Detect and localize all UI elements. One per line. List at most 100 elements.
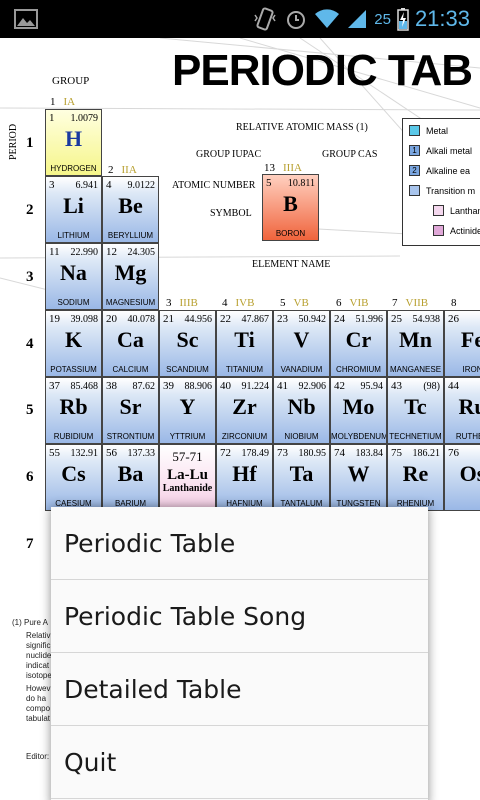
footnote-line: Relativ [26, 631, 51, 640]
menu-item-detailed-table[interactable]: Detailed Table [51, 653, 428, 726]
element-cell[interactable]: 12 24.305 Mg MAGNESIUM [102, 243, 159, 310]
element-cell[interactable]: 37 85.468 Rb RUBIDIUM [45, 377, 102, 444]
element-cell[interactable]: 41 92.906 Nb NIOBIUM [273, 377, 330, 444]
period-1: 1 [26, 135, 34, 151]
element-cell[interactable]: 11 22.990 Na SODIUM [45, 243, 102, 310]
vibrate-icon [254, 7, 276, 31]
element-name: RUTHEN [455, 432, 480, 441]
menu-item-periodic-table[interactable]: Periodic Table [51, 507, 428, 580]
element-atomic-number: 76 [448, 447, 459, 459]
alarm-icon [287, 11, 306, 29]
group-13-label: 13 IIIA [264, 162, 302, 174]
group-3-label: 3 IIIB [166, 297, 198, 309]
element-atomic-number: 11 [49, 246, 60, 258]
legend-item-metal: Metal [409, 125, 448, 136]
element-symbol: La-Lu [167, 467, 208, 483]
element-cell[interactable]: 57-71 La-Lu Lanthanide [159, 444, 216, 511]
element-atomic-number: 26 [448, 313, 459, 325]
element-cell[interactable]: 44 Ru RUTHEN [444, 377, 480, 444]
element-cell[interactable]: 23 50.942 V VANADIUM [273, 310, 330, 377]
menu-item-periodic-table-song[interactable]: Periodic Table Song [51, 580, 428, 653]
element-name: CHROMIUM [336, 365, 381, 374]
element-cell[interactable]: 24 51.996 Cr CHROMIUM [330, 310, 387, 377]
element-cell[interactable]: 1 1.0079 H HYDROGEN [45, 109, 102, 176]
element-cell[interactable]: 56 137.33 Ba BARIUM [102, 444, 159, 511]
element-cell[interactable]: 75 186.21 Re RHENIUM [387, 444, 444, 511]
element-name: VANADIUM [280, 365, 323, 374]
element-name: BERYLLIUM [107, 231, 154, 240]
element-atomic-mass: 1.0079 [70, 113, 99, 124]
element-cell[interactable]: 42 95.94 Mo MOLYBDENUM [330, 377, 387, 444]
element-atomic-mass: 6.941 [75, 180, 99, 191]
period-2: 2 [26, 202, 34, 218]
element-atomic-mass: (98) [423, 381, 440, 392]
element-atomic-mass: 54.938 [412, 314, 441, 325]
element-atomic-number: 1 [49, 112, 55, 124]
element-name: RUBIDIUM [53, 432, 94, 441]
element-cell[interactable]: 38 87.62 Sr STRONTIUM [102, 377, 159, 444]
group-8-label: 8 [451, 297, 457, 309]
legend-item-alkali: 1 Alkali metal [409, 145, 472, 156]
element-atomic-mass: 9.0122 [127, 180, 156, 191]
footnote-line: Editor: [26, 752, 50, 761]
period-6: 6 [26, 469, 34, 485]
element-name: HYDROGEN [50, 164, 97, 173]
footnote-line: compo [26, 704, 51, 713]
element-name: TITANIUM [225, 365, 264, 374]
group-7-label: 7 VIIB [392, 297, 429, 309]
element-symbol: Li [63, 193, 84, 218]
element-symbol: Re [402, 461, 429, 486]
element-symbol: Sc [176, 327, 199, 352]
menu-item-quit[interactable]: Quit [51, 726, 428, 799]
element-symbol: Tc [404, 394, 427, 419]
element-symbol: Ca [117, 327, 144, 352]
element-atomic-number: 38 [106, 380, 117, 392]
element-cell[interactable]: 19 39.098 K POTASSIUM [45, 310, 102, 377]
element-atomic-mass: 91.224 [241, 381, 270, 392]
element-symbol: Ba [117, 461, 144, 486]
element-cell[interactable]: 76Os [444, 444, 480, 511]
element-atomic-number: 42 [334, 380, 345, 392]
element-atomic-number: 56 [106, 447, 117, 459]
element-cell[interactable]: 39 88.906 Y YTTRIUM [159, 377, 216, 444]
element-atomic-mass: 44.956 [184, 314, 213, 325]
element-name: BORON [275, 229, 306, 238]
element-atomic-number: 24 [334, 313, 345, 325]
element-atomic-mass: 51.996 [355, 314, 384, 325]
element-cell[interactable]: 73 180.95 Ta TANTALUM [273, 444, 330, 511]
element-atomic-number: 5 [266, 177, 272, 189]
element-name: ZIRCONIUM [221, 432, 268, 441]
element-cell[interactable]: 3 6.941 Li LITHIUM [45, 176, 102, 243]
element-cell[interactable]: 20 40.078 Ca CALCIUM [102, 310, 159, 377]
element-cell[interactable]: 43 (98) Tc TECHNETIUM [387, 377, 444, 444]
element-cell[interactable]: 25 54.938 Mn MANGANESE [387, 310, 444, 377]
period-4: 4 [26, 336, 34, 352]
element-symbol: Ta [289, 461, 314, 486]
element-symbol: Mg [114, 260, 147, 285]
element-cell[interactable]: 26Fe IRON [444, 310, 480, 377]
element-cell[interactable]: 74 183.84 W TUNGSTEN [330, 444, 387, 511]
element-cell[interactable]: 4 9.0122 Be BERYLLIUM [102, 176, 159, 243]
element-symbol: H [64, 126, 83, 151]
key-group-cas: GROUP CAS [322, 149, 378, 160]
element-cell[interactable]: 72 178.49 Hf HAFNIUM [216, 444, 273, 511]
group-4-label: 4 IVB [222, 297, 255, 309]
element-cell[interactable]: 21 44.956 Sc SCANDIUM [159, 310, 216, 377]
element-cell[interactable]: 5 10.811 B BORON [262, 174, 319, 241]
footnote-line: nuclide [26, 651, 52, 660]
element-cell[interactable]: 55 132.91 Cs CAESIUM [45, 444, 102, 511]
element-name: Lanthanide [162, 483, 213, 494]
wifi-icon [315, 9, 340, 28]
element-cell[interactable]: 40 91.224 Zr ZIRCONIUM [216, 377, 273, 444]
element-name: MANGANESE [389, 365, 442, 374]
element-atomic-mass: 85.468 [70, 381, 99, 392]
key-group-iupac: GROUP IUPAC [196, 149, 262, 160]
element-symbol: Cr [345, 327, 372, 352]
element-atomic-mass: 95.94 [360, 381, 384, 392]
element-atomic-mass: 183.84 [355, 448, 384, 459]
element-name: IRON [462, 365, 480, 374]
key-element-name: ELEMENT NAME [252, 259, 331, 270]
element-name: SODIUM [57, 298, 90, 307]
element-atomic-number: 25 [391, 313, 402, 325]
element-cell[interactable]: 22 47.867 Ti TITANIUM [216, 310, 273, 377]
